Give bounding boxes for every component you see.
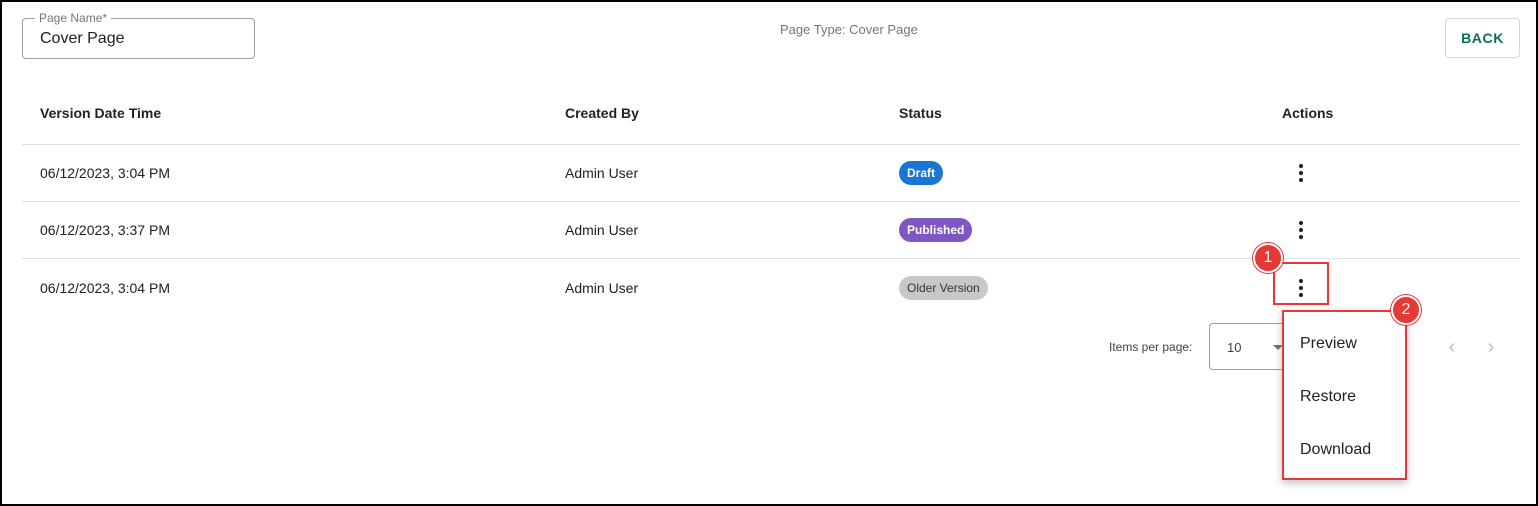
more-vert-icon[interactable] (1287, 274, 1315, 302)
menu-item-preview[interactable]: Preview (1300, 334, 1357, 354)
items-per-page-label: Items per page: (1109, 340, 1193, 354)
menu-item-restore[interactable]: Restore (1300, 387, 1356, 407)
versions-table: Version Date Time Created By Status Acti… (22, 82, 1520, 317)
chevron-right-icon[interactable]: › (1479, 335, 1503, 359)
table-header-row: Version Date Time Created By Status Acti… (22, 82, 1520, 145)
table-row: 06/12/2023, 3:04 PM Admin User Draft (22, 145, 1520, 202)
page-type-text: Page Type: Cover Page (780, 22, 918, 37)
status-cell: Draft (899, 145, 944, 201)
chevron-left-icon[interactable]: ‹ (1440, 335, 1464, 359)
status-cell: Published (899, 202, 973, 258)
actions-cell (1286, 145, 1316, 201)
page-name-field[interactable]: Page Name* Cover Page (22, 11, 255, 59)
status-cell: Older Version (899, 259, 988, 317)
table-row: 06/12/2023, 3:04 PM Admin User Older Ver… (22, 259, 1520, 317)
page-size-select[interactable]: 10 (1209, 323, 1289, 370)
page-name-label: Page Name* (35, 11, 112, 25)
more-vert-icon[interactable] (1287, 159, 1315, 187)
actions-menu: Preview Restore Download (1282, 310, 1407, 480)
header-actions: Actions (1282, 105, 1334, 121)
page-name-value[interactable]: Cover Page (40, 30, 125, 48)
app-frame: Page Name* Cover Page Page Type: Cover P… (0, 0, 1538, 506)
header-created-by: Created By (565, 105, 639, 121)
created-by: Admin User (565, 280, 639, 296)
created-by: Admin User (565, 165, 639, 181)
status-badge-published: Published (899, 218, 973, 242)
more-vert-icon[interactable] (1287, 216, 1315, 244)
header-version-date-time: Version Date Time (40, 105, 162, 121)
table-row: 06/12/2023, 3:37 PM Admin User Published (22, 202, 1520, 259)
status-badge-older-version: Older Version (899, 276, 988, 300)
version-datetime: 06/12/2023, 3:04 PM (40, 280, 170, 296)
header-status: Status (899, 105, 942, 121)
menu-item-download[interactable]: Download (1300, 440, 1371, 460)
version-datetime: 06/12/2023, 3:04 PM (40, 165, 170, 181)
created-by: Admin User (565, 222, 639, 238)
annotation-marker-2: 2 (1391, 295, 1421, 325)
status-badge-draft: Draft (899, 161, 944, 185)
actions-cell (1286, 259, 1316, 317)
version-datetime: 06/12/2023, 3:37 PM (40, 222, 170, 238)
page-size-value: 10 (1227, 340, 1242, 355)
actions-cell (1286, 202, 1316, 258)
annotation-marker-1: 1 (1253, 243, 1283, 273)
back-button[interactable]: BACK (1445, 18, 1520, 58)
